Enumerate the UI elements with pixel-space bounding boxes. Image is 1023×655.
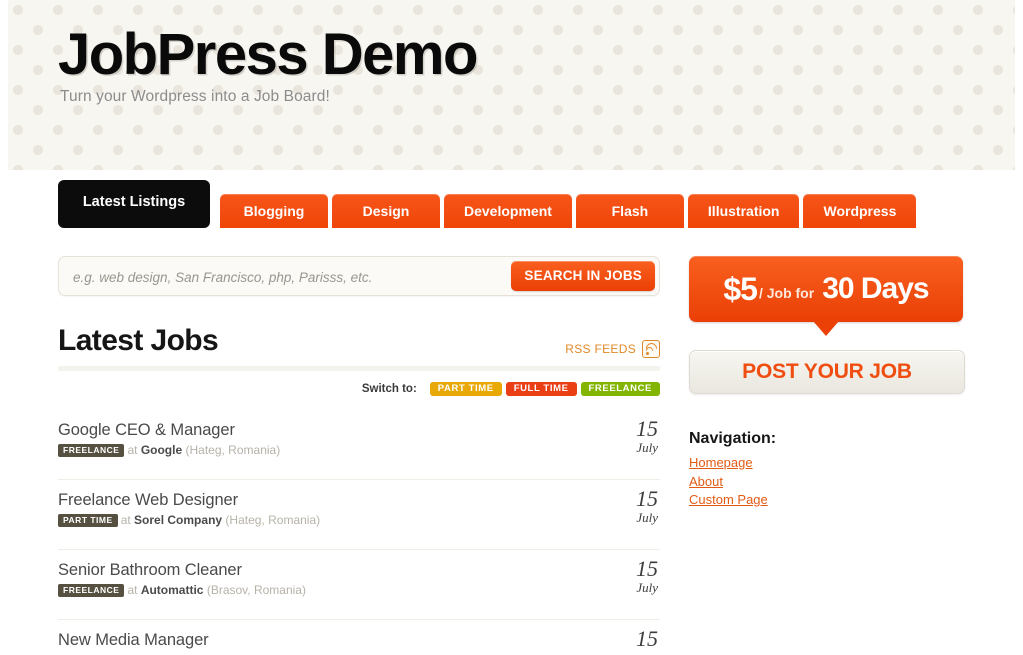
- job-title[interactable]: Senior Bathroom Cleaner: [58, 560, 660, 580]
- job-date: 15 July: [636, 486, 658, 526]
- job-meta: FREELANCE at Automattic (Brasov, Romania): [58, 583, 660, 598]
- search-button[interactable]: SEARCH IN JOBS: [511, 261, 655, 291]
- site-tagline: Turn your Wordpress into a Job Board!: [60, 88, 330, 105]
- list-item[interactable]: Google CEO & Manager FREELANCE at Google …: [58, 410, 660, 480]
- job-date-day: 15: [636, 626, 658, 651]
- list-item[interactable]: Senior Bathroom Cleaner FREELANCE at Auto…: [58, 550, 660, 620]
- navigation-widget: Navigation: Homepage About Custom Page: [689, 430, 963, 510]
- list-item[interactable]: New Media Manager 15: [58, 620, 660, 655]
- tab-wordpress[interactable]: Wordpress: [803, 194, 917, 228]
- switch-to-label: Switch to:: [361, 383, 417, 395]
- filter-part-time[interactable]: PART TIME: [429, 382, 502, 396]
- job-at-label: at: [127, 443, 138, 457]
- rss-feeds-link[interactable]: RSS FEEDS: [565, 340, 660, 358]
- nav-link-custom-page[interactable]: Custom Page: [689, 491, 963, 510]
- tab-latest-listings[interactable]: Latest Listings: [58, 180, 210, 228]
- tab-design[interactable]: Design: [332, 194, 440, 228]
- job-date: 15: [636, 628, 658, 650]
- sidebar: $5 / Job for 30 Days POST YOUR JOB Navig…: [689, 256, 965, 510]
- post-your-job-button[interactable]: POST YOUR JOB: [689, 350, 965, 394]
- page-title: JobPress Demo: [58, 22, 478, 87]
- page-root: JobPress Demo Turn your Wordpress into a…: [0, 0, 1023, 655]
- job-date-day: 15: [636, 416, 658, 441]
- price-amount: $5: [723, 271, 758, 307]
- job-meta: PART TIME at Sorel Company (Hateg, Romani…: [58, 513, 660, 528]
- price-duration: 30 Days: [822, 272, 929, 305]
- job-date-month: July: [636, 580, 658, 595]
- search-bar: SEARCH IN JOBS: [58, 256, 660, 296]
- navigation-heading: Navigation:: [689, 430, 777, 447]
- filter-full-time[interactable]: FULL TIME: [505, 382, 577, 396]
- price-terms: / Job for: [758, 284, 815, 301]
- job-title[interactable]: Freelance Web Designer: [58, 490, 660, 510]
- category-tabs: Latest Listings Blogging Design Developm…: [58, 180, 920, 228]
- job-company[interactable]: Google: [141, 443, 182, 457]
- job-title[interactable]: New Media Manager: [58, 630, 660, 650]
- nav-link-about[interactable]: About: [689, 473, 963, 492]
- main-column: SEARCH IN JOBS Latest Jobs RSS FEEDS Swi…: [58, 256, 660, 655]
- job-type-badge: FREELANCE: [58, 584, 125, 597]
- filter-switcher: Switch to: PART TIME FULL TIME FREELANCE: [58, 382, 660, 396]
- job-location: (Hateg, Romania): [225, 513, 321, 527]
- job-location: (Brasov, Romania): [206, 583, 306, 597]
- filter-freelance[interactable]: FREELANCE: [580, 382, 660, 396]
- rss-icon: [642, 340, 660, 358]
- job-title[interactable]: Google CEO & Manager: [58, 420, 660, 440]
- tab-development[interactable]: Development: [444, 194, 572, 228]
- rss-feeds-label: RSS FEEDS: [565, 342, 636, 356]
- jobs-header: Latest Jobs RSS FEEDS: [58, 324, 660, 364]
- job-date-month: July: [636, 510, 658, 525]
- tab-illustration[interactable]: Illustration: [687, 194, 800, 228]
- job-meta: FREELANCE at Google (Hateg, Romania): [58, 443, 660, 458]
- job-date: 15 July: [636, 556, 658, 596]
- job-listings: Google CEO & Manager FREELANCE at Google …: [58, 410, 660, 655]
- site-branding: JobPress Demo Turn your Wordpress into a…: [58, 22, 478, 106]
- search-input[interactable]: [71, 263, 515, 291]
- job-company[interactable]: Automattic: [141, 583, 204, 597]
- job-date-day: 15: [636, 486, 658, 511]
- list-item[interactable]: Freelance Web Designer PART TIME at Sorel…: [58, 480, 660, 550]
- job-date-month: July: [636, 440, 658, 455]
- job-location: (Hateg, Romania): [185, 443, 281, 457]
- divider: [58, 366, 660, 371]
- nav-link-homepage[interactable]: Homepage: [689, 454, 963, 473]
- job-at-label: at: [127, 583, 138, 597]
- price-callout: $5 / Job for 30 Days: [689, 256, 963, 336]
- tab-blogging[interactable]: Blogging: [220, 194, 328, 228]
- job-type-badge: FREELANCE: [58, 444, 125, 457]
- job-at-label: at: [120, 513, 131, 527]
- job-date-day: 15: [636, 556, 658, 581]
- tab-flash[interactable]: Flash: [575, 194, 684, 228]
- job-company[interactable]: Sorel Company: [134, 513, 222, 527]
- job-type-badge: PART TIME: [58, 514, 118, 527]
- job-date: 15 July: [636, 416, 658, 456]
